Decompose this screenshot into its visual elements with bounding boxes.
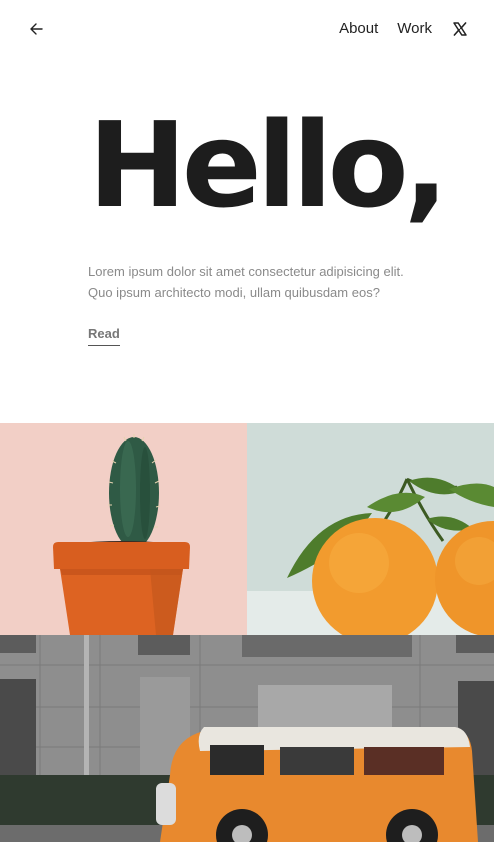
top-bar: About Work [0, 0, 494, 58]
read-link[interactable]: Read [88, 326, 120, 346]
oranges-image [247, 423, 494, 635]
arrow-left-icon[interactable] [26, 20, 46, 38]
van-image [0, 635, 494, 842]
nav-link-about[interactable]: About [339, 19, 378, 39]
nav-link-work[interactable]: Work [397, 19, 432, 39]
x-logo-icon[interactable] [452, 21, 468, 37]
intro-text: Lorem ipsum dolor sit amet consectetur a… [88, 264, 404, 300]
main-nav: About Work [320, 19, 468, 39]
page-title: Hello, [88, 96, 449, 234]
cactus-image [0, 423, 247, 635]
